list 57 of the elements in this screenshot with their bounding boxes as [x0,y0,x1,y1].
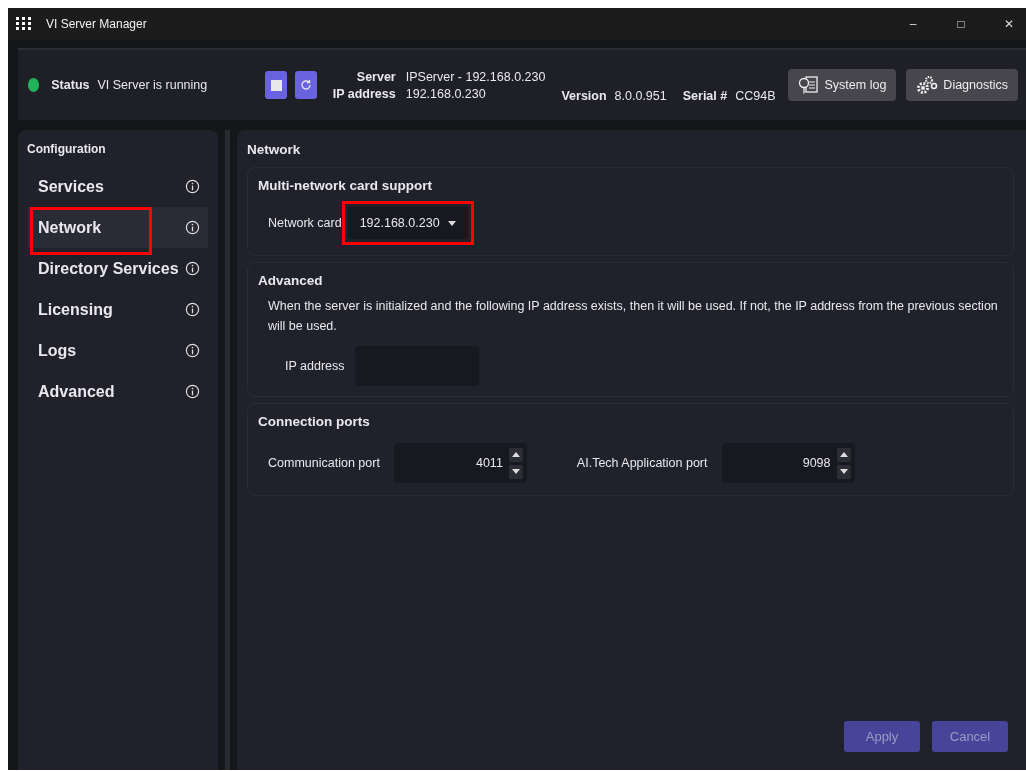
caret-down-icon [839,469,848,474]
refresh-icon [299,79,312,91]
document-search-icon [797,75,820,95]
caret-up-icon [511,452,520,457]
description-text: When the server is initialized and the following IP address exists, then it will be used. If not, the IP address from the previous section will be used. [267,298,999,335]
network-card-dropdown[interactable]: 192.168.0.230 [347,207,468,239]
sidebar-item[interactable]: Directory Services [28,248,208,289]
sidebar-item[interactable]: Licensing [28,289,208,330]
sidebar-title: Configuration [27,142,107,156]
restart-button[interactable] [295,71,317,99]
caret-down-icon [447,220,456,226]
info-icon [185,220,200,235]
info-icon [185,179,200,194]
window-title: VI Server Manager [46,17,148,31]
window-control[interactable]: ✕ [992,17,1026,31]
sidebar-item[interactable]: Services [28,166,208,207]
info-icon [185,343,200,358]
sidebar-item[interactable]: Network [28,207,208,248]
status-text: VI Server is running [97,78,208,92]
info-icon [185,384,200,399]
system-log-button[interactable]: System log [787,69,897,101]
decrement-button[interactable] [508,464,523,479]
diagnostics-button[interactable]: Diagnostics [906,69,1018,101]
increment-button[interactable] [836,447,851,462]
ip-value: 192.168.0.230 [405,86,487,101]
status-label: Status [51,78,90,92]
decrement-button[interactable] [836,464,851,479]
window-control[interactable]: – [896,17,930,31]
sidebar-item[interactable]: Advanced [28,371,208,412]
server-label: Server [355,69,396,84]
sidebar-item[interactable]: Logs [28,330,208,371]
app-grid-icon [16,17,32,31]
window-control[interactable]: □ [944,17,978,31]
serial-label: Serial # [682,89,728,103]
section-title: Connection ports [258,414,371,429]
port-field[interactable]: 4011 [393,443,527,483]
section-title: Multi-network card support [258,178,433,193]
field-label: AI.Tech Application port [576,456,708,470]
stop-icon [270,79,282,91]
gears-icon [916,75,939,95]
caret-down-icon [511,469,520,474]
serial-value: CC94B [735,89,776,103]
info-icon [185,261,200,276]
page-title: Network [247,142,302,157]
version-value: 8.0.0.951 [614,89,667,103]
caret-up-icon [839,452,848,457]
ip-label: IP address [332,86,396,101]
server-value: IPServer - 192.168.0.230 [405,69,546,84]
field-label: IP address [285,359,345,373]
increment-button[interactable] [508,447,523,462]
field-label: Network card [268,216,342,230]
version-label: Version [561,89,607,103]
section-title: Advanced [258,273,324,288]
port-field[interactable]: 9098 [721,443,855,483]
field-label: Communication port [268,456,380,470]
stop-button[interactable] [265,71,287,99]
info-icon [185,302,200,317]
